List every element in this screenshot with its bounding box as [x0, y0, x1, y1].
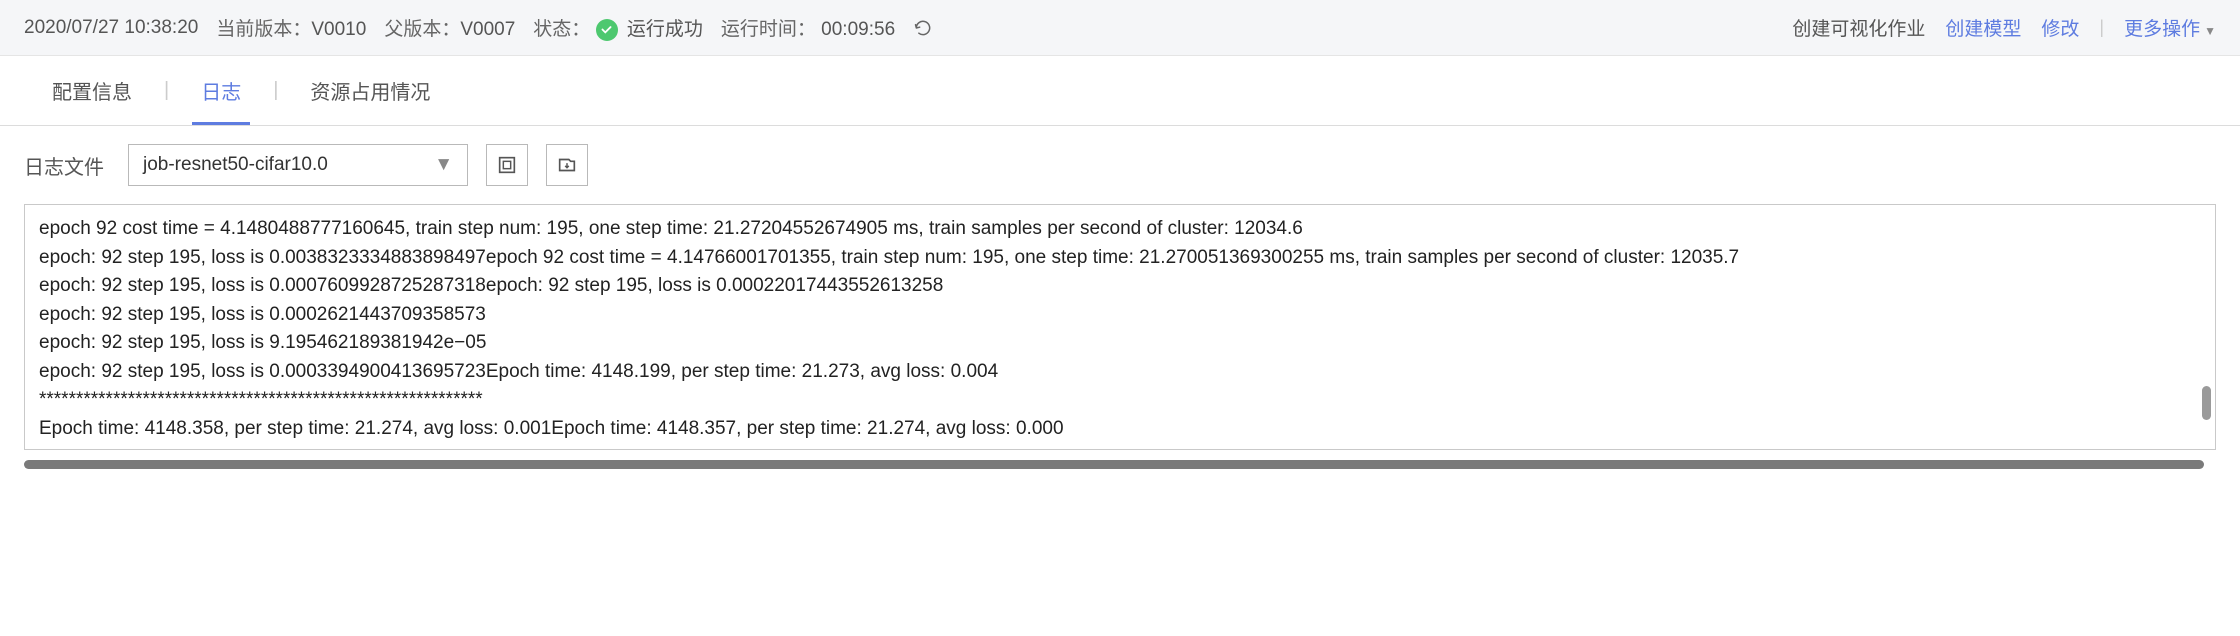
create-visual-job-button[interactable]: 创建可视化作业	[1792, 14, 1925, 41]
refresh-icon[interactable]	[913, 18, 933, 38]
log-line: epoch: 92 step 195, loss is 0.0002621443…	[39, 301, 2201, 330]
tab-logs[interactable]: 日志	[173, 56, 269, 125]
header-bar: 2020/07/27 10:38:20 当前版本：V0010 父版本：V0007…	[0, 0, 2240, 56]
log-file-label: 日志文件	[24, 151, 104, 180]
modify-button[interactable]: 修改	[2041, 14, 2079, 41]
log-line: ****************************************…	[39, 386, 2201, 415]
log-line: epoch: 92 step 195, loss is 0.0038323334…	[39, 244, 2201, 273]
log-line: epoch: 92 step 195, loss is 0.0003394900…	[39, 358, 2201, 387]
chevron-down-icon: ▼	[434, 154, 453, 176]
create-model-button[interactable]: 创建模型	[1945, 14, 2021, 41]
fullscreen-button[interactable]	[486, 144, 528, 186]
status: 状态： 运行成功	[533, 14, 703, 41]
timestamp: 2020/07/27 10:38:20	[24, 17, 198, 39]
download-button[interactable]	[546, 144, 588, 186]
vertical-scrollbar[interactable]	[2202, 386, 2211, 420]
success-icon	[596, 19, 618, 41]
horizontal-scrollbar[interactable]	[24, 460, 2204, 469]
divider: |	[2099, 17, 2104, 38]
tab-config[interactable]: 配置信息	[24, 56, 160, 125]
log-line: Epoch time: 4148.358, per step time: 21.…	[39, 415, 2201, 444]
header-actions: 创建可视化作业 创建模型 修改 | 更多操作▼	[1792, 14, 2216, 41]
tab-resources[interactable]: 资源占用情况	[282, 56, 458, 125]
header-left: 2020/07/27 10:38:20 当前版本：V0010 父版本：V0007…	[24, 14, 1792, 41]
log-output[interactable]: epoch 92 cost time = 4.1480488777160645,…	[24, 204, 2216, 450]
log-controls: 日志文件 job-resnet50-cifar10.0 ▼	[0, 126, 2240, 204]
chevron-down-icon: ▼	[2204, 24, 2216, 38]
log-file-selected: job-resnet50-cifar10.0	[143, 154, 328, 176]
runtime: 运行时间： 00:09:56	[721, 14, 895, 41]
parent-version: 父版本：V0007	[384, 14, 515, 41]
tabs: 配置信息 | 日志 | 资源占用情况	[0, 56, 2240, 126]
current-version: 当前版本：V0010	[216, 14, 366, 41]
log-file-select[interactable]: job-resnet50-cifar10.0 ▼	[128, 144, 468, 186]
log-line: epoch: 92 step 195, loss is 9.1954621893…	[39, 329, 2201, 358]
log-line: epoch 92 cost time = 4.1480488777160645,…	[39, 215, 2201, 244]
more-actions-dropdown[interactable]: 更多操作▼	[2124, 14, 2216, 41]
log-line: epoch: 92 step 195, loss is 0.0007609928…	[39, 272, 2201, 301]
